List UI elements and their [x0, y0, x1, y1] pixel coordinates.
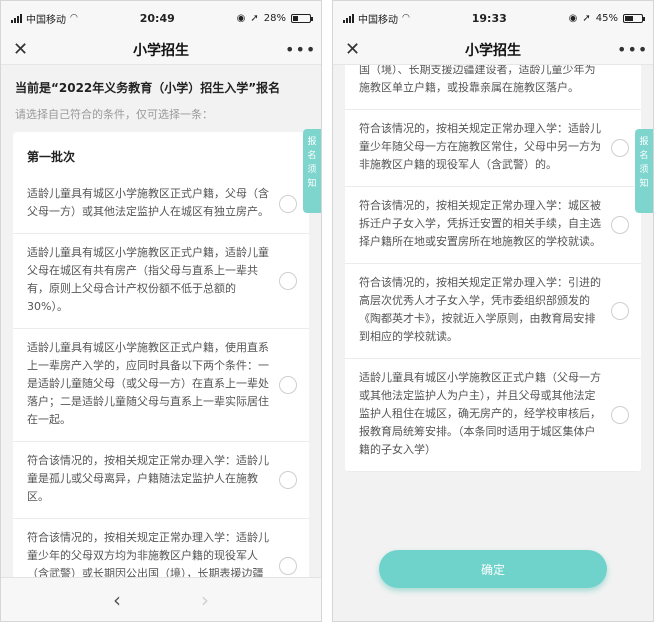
registration-notice-tab[interactable]: 报 名 须 知 [303, 129, 321, 213]
radio-button[interactable] [279, 376, 297, 394]
radio-button[interactable] [611, 406, 629, 424]
batch-title: 第一批次 [27, 150, 76, 164]
option-text: 适龄儿童具有城区小学施教区正式户籍，适龄儿童父母在城区有共有房产（指父母与直系上… [27, 246, 269, 313]
page-title: 小学招生 [133, 42, 189, 59]
option-item[interactable]: 适龄儿童具有城区小学施教区正式户籍（父母一方或其他法定监护人为户主），并且父母或… [345, 359, 641, 472]
tab-char: 名 [639, 151, 649, 161]
carrier-label: 中国移动 [26, 14, 66, 26]
registration-header: 当前是“2022年义务教育（小学）招生入学”报名 [15, 81, 281, 95]
status-time: 20:49 [139, 11, 175, 25]
location-icon: ◉ [568, 12, 578, 24]
tab-char: 须 [639, 165, 649, 175]
option-text: 符合该情况的，按相关规定正常办理入学：适龄儿童少年的父母双方均为非施教区户籍的现… [27, 531, 269, 577]
battery-percent: 28% [263, 12, 286, 24]
content-scroll[interactable]: 国（境）、长期支援边疆建设者，适龄儿童少年为施教区单立户籍，或投靠亲属在施教区落… [333, 65, 653, 517]
status-bar: 中国移动 ◠ 20:49 ◉ ➚ 28% [1, 1, 321, 35]
nav-bar: ✕ 小学招生 ••• [333, 35, 653, 65]
radio-button[interactable] [279, 195, 297, 213]
signal-icon [343, 13, 354, 23]
option-item[interactable]: 国（境）、长期支援边疆建设者，适龄儿童少年为施教区单立户籍，或投靠亲属在施教区落… [345, 65, 641, 110]
close-icon[interactable]: ✕ [13, 39, 37, 60]
more-icon[interactable]: ••• [285, 40, 315, 59]
option-text: 适龄儿童具有城区小学施教区正式户籍（父母一方或其他法定监护人为户主），并且父母或… [359, 371, 601, 456]
signal-icon [11, 13, 22, 23]
more-icon[interactable]: ••• [617, 40, 647, 59]
tab-char: 知 [639, 179, 649, 189]
browser-bottom-bar: ‹ › [1, 577, 321, 621]
radio-button[interactable] [611, 302, 629, 320]
option-text: 国（境）、长期支援边疆建设者，适龄儿童少年为施教区单立户籍，或投靠亲属在施教区落… [359, 65, 596, 94]
option-text: 符合该情况的，按相关规定正常办理入学：城区被拆迁户子女入学，凭拆迁安置的相关手续… [359, 199, 601, 248]
right-phone-screen: 中国移动 ◠ 19:33 ◉ ➚ 45% ✕ 小学招生 ••• 国（境）、长期支… [332, 0, 654, 622]
option-item[interactable]: 符合该情况的，按相关规定正常办理入学：城区被拆迁户子女入学，凭拆迁安置的相关手续… [345, 187, 641, 264]
selection-hint: 请选择自己符合的条件，仅可选择一条： [15, 108, 213, 121]
option-item[interactable]: 符合该情况的，按相关规定正常办理入学：引进的高层次优秀人才子女入学，凭市委组织部… [345, 264, 641, 359]
option-item[interactable]: 符合该情况的，按相关规定正常办理入学：适龄儿童少年的父母双方均为非施教区户籍的现… [13, 519, 309, 577]
navigation-icon: ➚ [582, 12, 591, 24]
options-card: 第一批次 适龄儿童具有城区小学施教区正式户籍，父母（含父母一方）或其他法定监护人… [13, 132, 309, 577]
status-time: 19:33 [471, 11, 507, 25]
tab-char: 须 [307, 165, 317, 175]
battery-percent: 45% [595, 12, 618, 24]
option-text: 符合该情况的，按相关规定正常办理入学：适龄儿童少年随父母一方在施教区常住，父母中… [359, 122, 601, 171]
tab-char: 名 [307, 151, 317, 161]
battery-icon [622, 13, 645, 23]
option-item[interactable]: 符合该情况的，按相关规定正常办理入学：适龄儿童是孤儿或父母离异，户籍随法定监护人… [13, 442, 309, 519]
confirm-button[interactable]: 确定 [379, 550, 607, 588]
forward-arrow-icon[interactable]: › [201, 588, 209, 612]
option-item[interactable]: 适龄儿童具有城区小学施教区正式户籍，适龄儿童父母在城区有共有房产（指父母与直系上… [13, 234, 309, 329]
battery-icon [290, 13, 313, 23]
option-text: 符合该情况的，按相关规定正常办理入学：适龄儿童是孤儿或父母离异，户籍随法定监护人… [27, 454, 269, 503]
content-scroll[interactable]: 当前是“2022年义务教育（小学）招生入学”报名 请选择自己符合的条件，仅可选择… [1, 65, 321, 577]
carrier-label: 中国移动 [358, 14, 398, 26]
wifi-icon: ◠ [70, 13, 78, 23]
wifi-icon: ◠ [402, 13, 410, 23]
location-icon: ◉ [236, 12, 246, 24]
option-item[interactable]: 适龄儿童具有城区小学施教区正式户籍，父母（含父母一方）或其他法定监护人在城区有独… [13, 175, 309, 234]
option-item[interactable]: 适龄儿童具有城区小学施教区正式户籍，使用直系上一辈房产入学的，应同时具备以下两个… [13, 329, 309, 442]
tab-char: 报 [307, 137, 317, 147]
radio-button[interactable] [611, 139, 629, 157]
status-bar: 中国移动 ◠ 19:33 ◉ ➚ 45% [333, 1, 653, 35]
radio-button[interactable] [279, 471, 297, 489]
options-card: 国（境）、长期支援边疆建设者，适龄儿童少年为施教区单立户籍，或投靠亲属在施教区落… [345, 65, 641, 472]
radio-button[interactable] [279, 272, 297, 290]
radio-button[interactable] [279, 557, 297, 575]
option-text: 适龄儿童具有城区小学施教区正式户籍，父母（含父母一方）或其他法定监护人在城区有独… [27, 187, 269, 218]
option-text: 适龄儿童具有城区小学施教区正式户籍，使用直系上一辈房产入学的，应同时具备以下两个… [27, 341, 269, 426]
page-title: 小学招生 [465, 42, 521, 59]
option-item[interactable]: 符合该情况的，按相关规定正常办理入学：适龄儿童少年随父母一方在施教区常住，父母中… [345, 110, 641, 187]
tab-char: 报 [639, 137, 649, 147]
tab-char: 知 [307, 179, 317, 189]
navigation-icon: ➚ [250, 12, 259, 24]
registration-notice-tab[interactable]: 报 名 须 知 [635, 129, 653, 213]
option-text: 符合该情况的，按相关规定正常办理入学：引进的高层次优秀人才子女入学，凭市委组织部… [359, 276, 601, 343]
confirm-area: 确定 [333, 517, 653, 621]
back-arrow-icon[interactable]: ‹ [113, 588, 121, 612]
close-icon[interactable]: ✕ [345, 39, 369, 60]
left-phone-screen: 中国移动 ◠ 20:49 ◉ ➚ 28% ✕ 小学招生 ••• 当前是“2022… [0, 0, 322, 622]
nav-bar: ✕ 小学招生 ••• [1, 35, 321, 65]
radio-button[interactable] [611, 216, 629, 234]
